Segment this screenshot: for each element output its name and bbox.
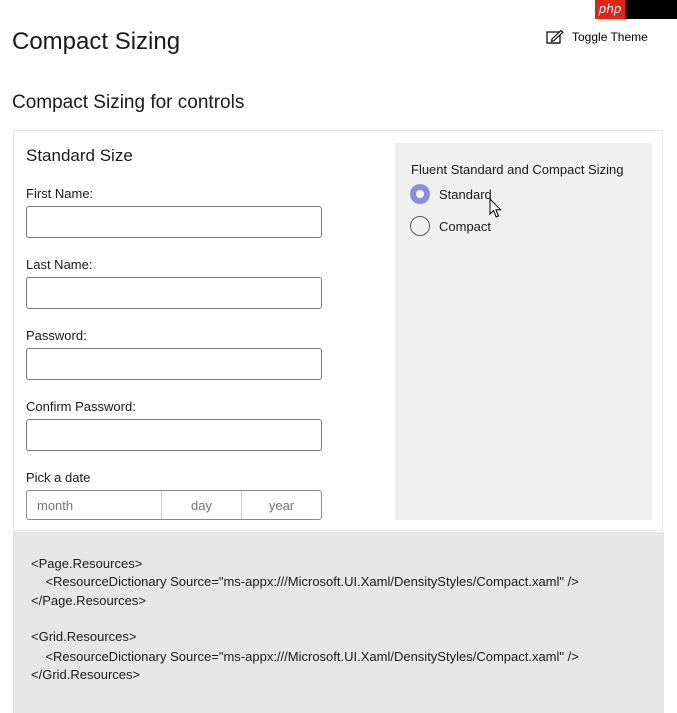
watermark: php: [595, 0, 677, 19]
toggle-theme-label: Toggle Theme: [572, 30, 648, 44]
radio-standard[interactable]: Standard: [410, 183, 492, 205]
page-title: Compact Sizing: [12, 28, 181, 55]
code-line: </Grid.Resources>: [31, 667, 141, 682]
code-panel: <Page.Resources> <ResourceDictionary Sou…: [13, 532, 664, 713]
first-name-input[interactable]: [26, 206, 322, 238]
date-year-segment[interactable]: year: [242, 491, 321, 519]
radio-checked-icon: [410, 184, 430, 204]
date-picker[interactable]: month day year: [26, 490, 322, 520]
sizing-heading: Fluent Standard and Compact Sizing: [411, 162, 624, 177]
password-label: Password:: [26, 328, 87, 343]
confirm-password-input[interactable]: [26, 419, 322, 451]
last-name-input[interactable]: [26, 277, 322, 309]
form-title: Standard Size: [26, 146, 133, 165]
first-name-label: First Name:: [26, 186, 94, 201]
watermark-bar: [625, 0, 677, 19]
radio-unchecked-icon: [410, 216, 430, 236]
password-input[interactable]: [26, 348, 322, 380]
radio-standard-label: Standard: [439, 186, 492, 202]
code-line: <Page.Resources>: [31, 556, 143, 571]
toggle-theme-button[interactable]: Toggle Theme: [546, 27, 648, 47]
code-line: </Page.Resources>: [31, 593, 146, 608]
edit-theme-icon: [546, 29, 564, 45]
date-month-segment[interactable]: month: [27, 491, 162, 519]
section-title: Compact Sizing for controls: [12, 92, 245, 113]
radio-compact[interactable]: Compact: [410, 215, 491, 237]
code-line: <ResourceDictionary Source="ms-appx:///M…: [31, 649, 579, 664]
radio-compact-label: Compact: [439, 218, 492, 234]
date-day-segment[interactable]: day: [162, 491, 242, 519]
last-name-label: Last Name:: [26, 257, 93, 272]
code-line: <ResourceDictionary Source="ms-appx:///M…: [31, 574, 579, 589]
code-line: <Grid.Resources>: [31, 629, 137, 644]
watermark-logo: php: [595, 0, 625, 19]
date-label: Pick a date: [26, 470, 91, 485]
demo-card: Standard Size First Name: Last Name: Pas…: [13, 130, 663, 531]
confirm-password-label: Confirm Password:: [26, 399, 136, 414]
sizing-panel: Fluent Standard and Compact Sizing Stand…: [395, 143, 652, 520]
